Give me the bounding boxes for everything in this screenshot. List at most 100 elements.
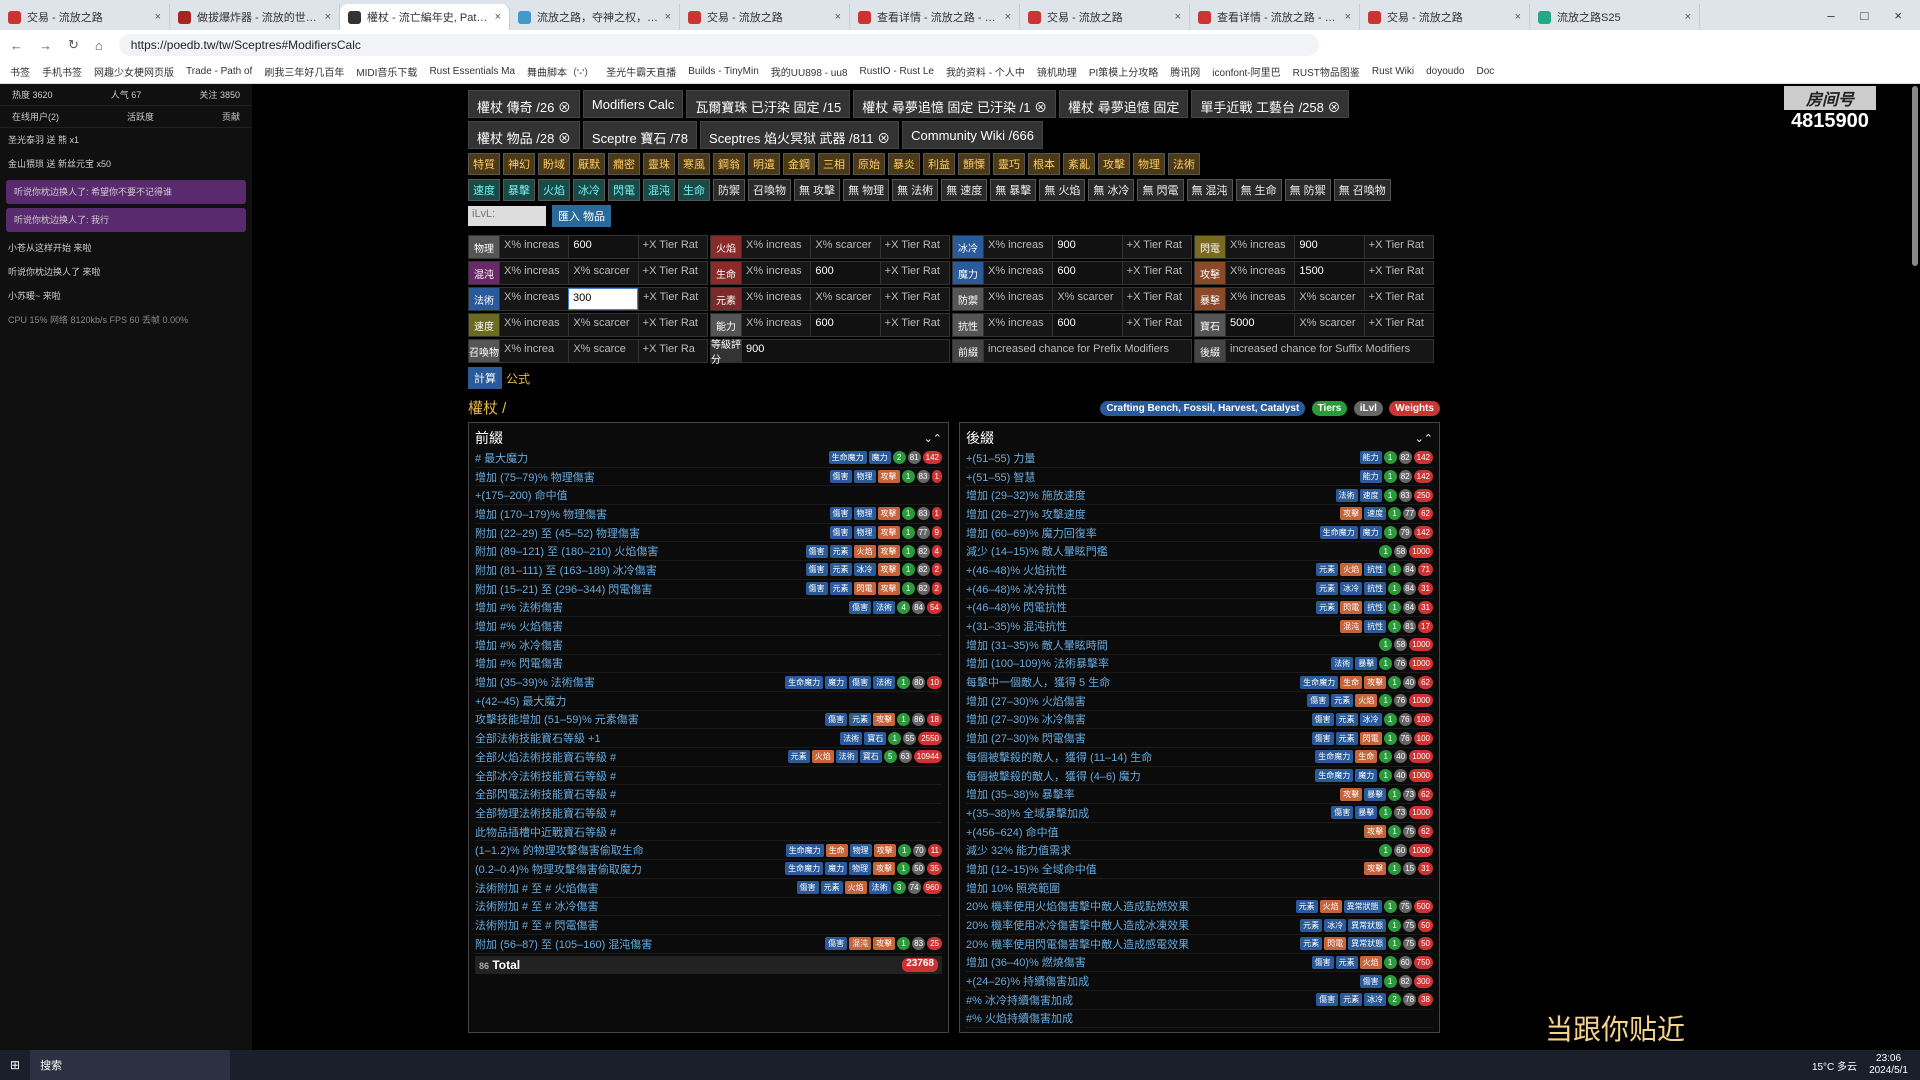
influence-chip[interactable]: 特質: [468, 153, 500, 175]
modifier-row[interactable]: 增加 (27–30)% 冰冷傷害 傷害 元素 冰冷 1 76 100: [966, 711, 1433, 730]
weight-field[interactable]: increased chance for Prefix Modifiers: [983, 340, 1191, 362]
browser-tab[interactable]: 查看详情 - 流放之路 - 小蜗牛 ×: [1190, 4, 1360, 30]
tag-chip[interactable]: 火焰: [538, 179, 570, 201]
influence-chip[interactable]: 金鋼: [783, 153, 815, 175]
weight-field[interactable]: +X Tier Rat: [1363, 236, 1433, 258]
back-icon[interactable]: ←: [10, 38, 23, 53]
weight-field[interactable]: 300: [568, 288, 638, 310]
browser-tab[interactable]: 流放之路，夺神之权，S25狂欢 ×: [510, 4, 680, 30]
modifier-row[interactable]: # 最大魔力 生命魔力 魔力 2 81 142: [475, 449, 942, 468]
tag-chip[interactable]: 速度: [468, 179, 500, 201]
weight-field[interactable]: +X Tier Rat: [638, 288, 707, 310]
browser-tab[interactable]: 交易 - 流放之路 ×: [1020, 4, 1190, 30]
browser-tab[interactable]: 做拔爆炸器 - 流放的世纪-长河 ×: [170, 4, 340, 30]
weight-field[interactable]: X% increas: [983, 314, 1052, 336]
modifier-row[interactable]: 增加 (12–15)% 全域命中值 攻擊 1 15 31: [966, 860, 1433, 879]
collapse-icon[interactable]: ⌄⌃: [924, 432, 942, 445]
source-pill[interactable]: Crafting Bench, Fossil, Harvest, Catalys…: [1100, 400, 1306, 416]
scrollbar[interactable]: [1912, 86, 1918, 266]
tiers-pill[interactable]: Tiers: [1311, 400, 1348, 416]
weight-field[interactable]: X% increas: [499, 288, 568, 310]
modifier-row[interactable]: 增加 #% 閃電傷害: [475, 655, 942, 674]
url-input[interactable]: https://poedb.tw/tw/Sceptres#ModifiersCa…: [118, 34, 1319, 56]
tag-chip[interactable]: 召喚物: [748, 179, 791, 201]
modifier-row[interactable]: 攻擊技能增加 (51–59)% 元素傷害 傷害 元素 攻擊 1 86 18: [475, 711, 942, 730]
top-tab[interactable]: 權杖 傳奇 /26 ⊗: [468, 90, 580, 118]
close-icon[interactable]: ×: [1515, 11, 1521, 23]
minimize-icon[interactable]: –: [1827, 8, 1834, 23]
bookmark-item[interactable]: Trade - Path of: [186, 66, 252, 77]
modifier-row[interactable]: 每擊中一個敵人，獲得 5 生命 生命魔力 生命 攻擊 1 40 62: [966, 673, 1433, 692]
weight-field[interactable]: X% increas: [983, 288, 1052, 310]
weight-field[interactable]: +X Tier Rat: [637, 236, 707, 258]
tag-chip[interactable]: 無 法術: [892, 179, 939, 201]
weight-field[interactable]: +X Tier Ra: [637, 340, 707, 362]
weight-field[interactable]: 5000: [1225, 314, 1295, 336]
ilvl-input[interactable]: iLvL:: [468, 206, 546, 226]
modifier-row[interactable]: 每個被擊殺的敵人，獲得 (11–14) 生命 生命魔力 生命 1 40 1000: [966, 748, 1433, 767]
modifier-row[interactable]: 增加 (27–30)% 閃電傷害 傷害 元素 閃電 1 76 100: [966, 729, 1433, 748]
weight-field[interactable]: X% increas: [741, 314, 810, 336]
modifier-row[interactable]: 附加 (56–87) 至 (105–160) 混沌傷害 傷害 混沌 攻擊 1 83 25: [475, 935, 942, 954]
tag-chip[interactable]: 混沌: [643, 179, 675, 201]
modifier-row[interactable]: 增加 #% 火焰傷害: [475, 617, 942, 636]
modifier-row[interactable]: 增加 (35–38)% 暴擊率 攻擊 暴擊 1 73 62: [966, 785, 1433, 805]
weight-field[interactable]: +X Tier Rat: [1121, 262, 1191, 284]
weight-field[interactable]: +X Tier Rat: [1121, 236, 1191, 258]
bookmark-item[interactable]: 书签: [10, 64, 30, 79]
bookmark-item[interactable]: 我的UU898 - uu8: [771, 64, 848, 79]
bookmark-item[interactable]: Builds - TinyMin: [688, 66, 759, 77]
weight-field[interactable]: +X Tier Rat: [879, 314, 949, 336]
collapse-icon[interactable]: ⌄⌃: [1415, 432, 1433, 445]
weight-field[interactable]: 600: [810, 314, 880, 336]
influence-chip[interactable]: 靈巧: [993, 153, 1025, 175]
modifier-row[interactable]: +(51–55) 智慧 能力 1 82 142: [966, 468, 1433, 487]
bookmark-item[interactable]: MIDI音乐下载: [356, 64, 417, 79]
weight-field[interactable]: X% increas: [1225, 262, 1294, 284]
tag-chip[interactable]: 無 冰冷: [1088, 179, 1135, 201]
modifier-row[interactable]: 增加 (31–35)% 敵人暈眩時間 1 58 1000: [966, 636, 1433, 655]
top-tab[interactable]: 單手近戰 工藝台 /258 ⊗: [1191, 90, 1350, 118]
influence-chip[interactable]: 利益: [923, 153, 955, 175]
tag-chip[interactable]: 無 閃電: [1137, 179, 1184, 201]
browser-tab[interactable]: 權杖 - 流亡編年史, Path of E ×: [340, 4, 510, 30]
weight-field[interactable]: increased chance for Suffix Modifiers: [1225, 340, 1433, 362]
modifier-row[interactable]: +(31–35)% 混沌抗性 混沌 抗性 1 81 17: [966, 617, 1433, 636]
browser-tab[interactable]: 流放之路S25 ×: [1530, 4, 1700, 30]
top-tab[interactable]: 權杖 物品 /28 ⊗: [468, 121, 580, 149]
tag-chip[interactable]: 無 物理: [843, 179, 890, 201]
modifier-row[interactable]: +(46–48)% 火焰抗性 元素 火焰 抗性 1 84 71: [966, 561, 1433, 580]
weight-field[interactable]: 600: [1052, 262, 1122, 284]
modifier-row[interactable]: +(35–38)% 全域暴擊加成 傷害 暴擊 1 73 1000: [966, 804, 1433, 823]
close-icon[interactable]: ×: [1685, 11, 1691, 23]
modifier-row[interactable]: 此物品插槽中近戰寶石等級 #: [475, 823, 942, 842]
modifier-row[interactable]: 增加 (100–109)% 法術暴擊率 法術 暴擊 1 76 1000: [966, 655, 1433, 674]
modifier-row[interactable]: 增加 (29–32)% 施放速度 法術 速度 1 83 250: [966, 486, 1433, 506]
home-icon[interactable]: ⌂: [95, 38, 103, 53]
modifier-row[interactable]: 全部冰冷法術技能寶石等級 #: [475, 767, 942, 786]
modifier-row[interactable]: +(42–45) 最大魔力: [475, 692, 942, 711]
tag-chip[interactable]: 防禦: [713, 179, 745, 201]
stream-tab[interactable]: 活跃度: [127, 110, 154, 123]
weight-field[interactable]: X% scarcer: [810, 288, 879, 310]
modifier-row[interactable]: +(46–48)% 閃電抗性 元素 閃電 抗性 1 84 31: [966, 599, 1433, 618]
bookmark-item[interactable]: RustIO - Rust Le: [859, 66, 933, 77]
weight-field[interactable]: X% increas: [1225, 288, 1294, 310]
weight-field[interactable]: X% increas: [499, 314, 568, 336]
weight-field[interactable]: 600: [1052, 314, 1122, 336]
weight-field[interactable]: X% increas: [1225, 236, 1294, 258]
close-icon[interactable]: ×: [325, 11, 331, 23]
modifier-row[interactable]: 每個被擊殺的敵人，獲得 (4–6) 魔力 生命魔力 魔力 1 40 1000: [966, 767, 1433, 786]
modifier-row[interactable]: #% 冰冷持續傷害加成 傷害 元素 冰冷 2 78 38: [966, 991, 1433, 1010]
modifier-row[interactable]: 增加 (27–30)% 火焰傷害 傷害 元素 火焰 1 76 1000: [966, 692, 1433, 711]
modifier-row[interactable]: 減少 32% 能力值需求 1 60 1000: [966, 841, 1433, 861]
weight-field[interactable]: +X Tier Rat: [1121, 314, 1191, 336]
top-tab[interactable]: Community Wiki /666: [902, 121, 1043, 149]
influence-chip[interactable]: 原始: [853, 153, 885, 175]
influence-chip[interactable]: 癇密: [608, 153, 640, 175]
weight-field[interactable]: X% increas: [741, 288, 810, 310]
tag-chip[interactable]: 暴擊: [503, 179, 535, 201]
bookmark-item[interactable]: Rust Essentials Ma: [429, 66, 515, 77]
top-tab[interactable]: 權杖 尋夢追憶 固定 已汙染 /1 ⊗: [853, 90, 1057, 118]
weight-field[interactable]: X% increas: [741, 262, 810, 284]
